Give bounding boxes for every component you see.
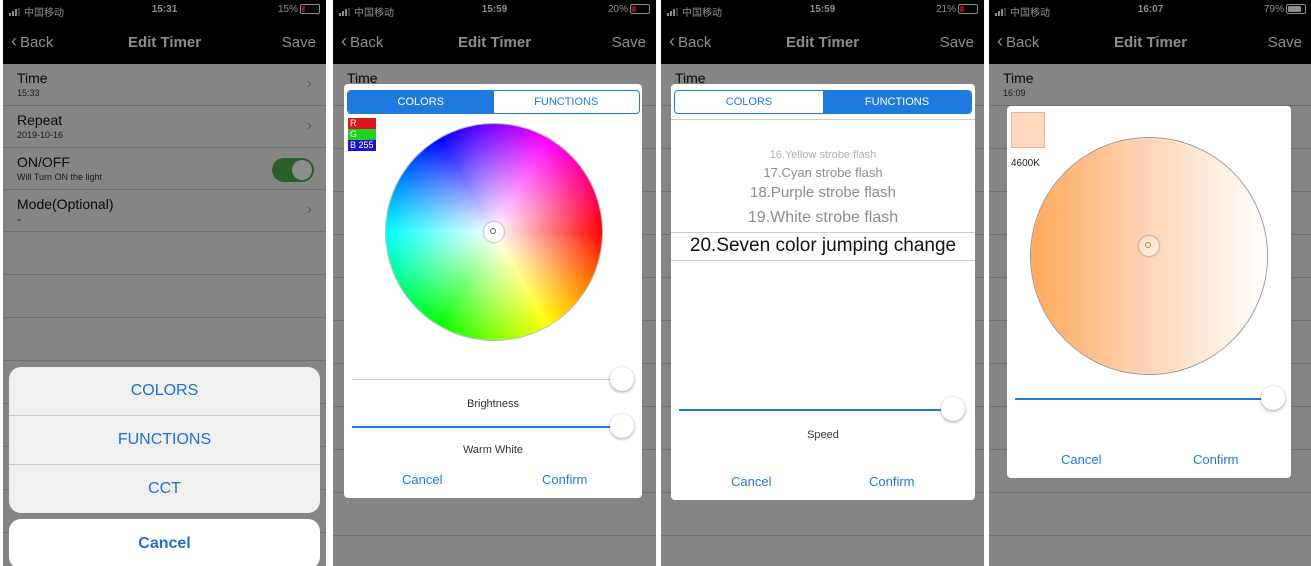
screen-functions-dialog: 中国移动 15:59 21% ‹ Back Edit Timer Save Tim… [661,0,984,566]
picker-item: 17.Cyan strobe flash [763,165,883,180]
screen-cct-dialog: 中国移动 16:07 79% ‹ Back Edit Timer Save Tim… [989,0,1311,566]
warm-white-label: Warm White [462,444,524,456]
warm-white-knob[interactable] [610,414,634,438]
color-picker-handle[interactable] [484,222,504,242]
confirm-button[interactable]: Confirm [1193,452,1239,467]
picker-item-selected: 20.Seven color jumping change [689,235,957,256]
functions-option[interactable]: FUNCTIONS [9,415,320,464]
brightness-knob[interactable] [610,367,634,391]
cct-slider-knob[interactable] [1261,386,1285,410]
picker-item: 16.Yellow strobe flash [769,149,877,161]
screen-colors-dialog: 中国移动 15:59 20% ‹ Back Edit Timer Save Tim… [333,0,656,566]
screen-action-sheet: 中国移动 15:31 15% ‹ Back Edit Timer Save Tim… [3,0,326,566]
blue-value: B 255 [348,140,376,151]
cancel-button[interactable]: Cancel [731,474,771,489]
mode-tabs: COLORS FUNCTIONS [674,90,972,114]
cct-value: 4600K [1011,158,1040,169]
cct-slider[interactable] [1015,398,1271,400]
cancel-button[interactable]: Cancel [9,519,320,566]
cancel-button[interactable]: Cancel [1061,452,1101,467]
speed-knob[interactable] [941,397,965,421]
confirm-button[interactable]: Confirm [869,474,915,489]
cct-picker-handle[interactable] [1139,236,1159,256]
mode-tabs: COLORS FUNCTIONS [347,90,640,114]
picker-item: 19.White strobe flash [747,209,899,226]
cct-wheel[interactable] [1031,138,1267,374]
tab-functions[interactable]: FUNCTIONS [823,91,971,113]
mode-action-sheet: COLORS FUNCTIONS CCT [9,367,320,513]
cct-option[interactable]: CCT [9,464,320,513]
functions-dialog: COLORS FUNCTIONS 16.Yellow strobe flash … [671,84,975,500]
confirm-button[interactable]: Confirm [542,472,588,487]
speed-slider[interactable] [679,409,951,411]
warm-white-slider[interactable] [352,426,622,428]
color-dialog: COLORS FUNCTIONS R 255 G 255 B 255 Brigh… [344,84,642,498]
color-wheel[interactable] [386,124,602,340]
speed-label: Speed [807,429,839,441]
tab-colors[interactable]: COLORS [675,91,823,113]
colors-option[interactable]: COLORS [9,367,320,415]
picker-item: 18.Purple strobe flash [750,184,896,201]
brightness-slider[interactable] [352,379,622,380]
tab-colors[interactable]: COLORS [348,91,494,113]
tab-functions[interactable]: FUNCTIONS [494,91,640,113]
brightness-label: Brightness [467,398,519,410]
cancel-button[interactable]: Cancel [402,472,442,487]
cct-color-swatch [1011,112,1045,148]
cct-dialog: 4600K Cancel Confirm [1007,106,1291,478]
